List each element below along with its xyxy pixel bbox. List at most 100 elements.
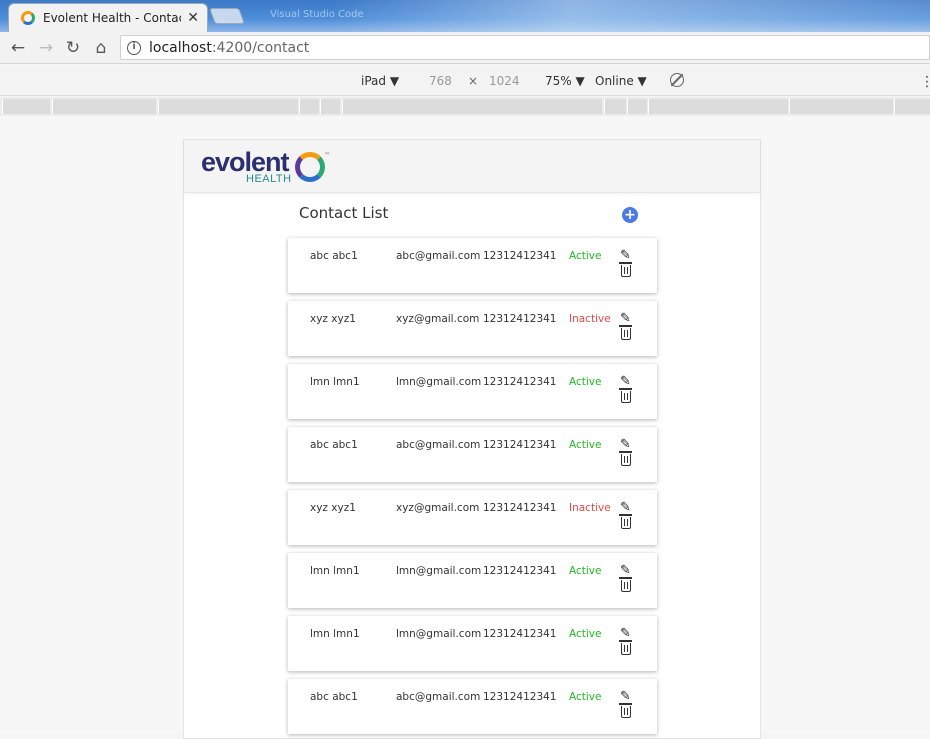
- device-viewport: evolent HEALTH ™ Contact List + abc abc1…: [0, 116, 930, 739]
- contact-name: lmn lmn1: [310, 376, 360, 388]
- delete-trash-icon[interactable]: [619, 451, 632, 466]
- more-options-icon[interactable]: ⋮: [920, 74, 930, 90]
- zoom-select[interactable]: 75% ▼: [545, 74, 585, 88]
- contact-phone: 12312412341: [483, 628, 557, 640]
- contact-email: abc@gmail.com: [396, 439, 481, 451]
- contact-card: abc abc1 abc@gmail.com 12312412341 Active ✎: [288, 427, 657, 482]
- edit-pencil-icon[interactable]: ✎: [620, 563, 631, 578]
- media-query-segment[interactable]: [789, 99, 893, 114]
- edit-pencil-icon[interactable]: ✎: [620, 500, 631, 515]
- app-page: evolent HEALTH ™ Contact List + abc abc1…: [183, 139, 761, 739]
- evolent-favicon-icon: [21, 11, 35, 25]
- delete-trash-icon[interactable]: [619, 640, 632, 655]
- background-window-title: Visual Studio Code: [270, 9, 364, 20]
- contact-card: lmn lmn1 lmn@gmail.com 12312412341 Active ✎: [288, 364, 657, 419]
- delete-trash-icon[interactable]: [619, 262, 632, 277]
- media-query-segment[interactable]: [2, 99, 50, 114]
- contact-name: lmn lmn1: [310, 628, 360, 640]
- address-bar[interactable]: i localhost:4200/contact: [120, 35, 930, 60]
- media-query-segment[interactable]: [158, 99, 298, 114]
- contact-phone: 12312412341: [483, 313, 557, 325]
- delete-trash-icon[interactable]: [619, 703, 632, 718]
- contact-status: Active: [569, 376, 602, 388]
- contact-status: Active: [569, 565, 602, 577]
- browser-tab-active[interactable]: Evolent Health - Contact ✕: [8, 3, 208, 32]
- home-icon[interactable]: ⌂: [91, 38, 111, 58]
- contact-card: xyz xyz1 xyz@gmail.com 12312412341 Inactive…: [288, 301, 657, 356]
- window-titlebar: Evolent Health - Contact ✕ Visual Studio…: [0, 0, 930, 32]
- network-throttle-select[interactable]: Online ▼: [595, 74, 647, 88]
- contact-phone: 12312412341: [483, 250, 557, 262]
- contact-email: abc@gmail.com: [396, 691, 481, 703]
- reload-icon[interactable]: ↻: [63, 38, 83, 58]
- delete-trash-icon[interactable]: [619, 388, 632, 403]
- edit-pencil-icon[interactable]: ✎: [620, 311, 631, 326]
- contact-phone: 12312412341: [483, 439, 557, 451]
- forward-arrow-icon[interactable]: →: [36, 38, 56, 58]
- media-query-ruler: [0, 97, 930, 116]
- contact-name: lmn lmn1: [310, 565, 360, 577]
- contact-status: Active: [569, 691, 602, 703]
- add-contact-button[interactable]: +: [622, 207, 638, 223]
- media-query-segment[interactable]: [299, 99, 319, 114]
- contact-status: Active: [569, 439, 602, 451]
- contact-card: abc abc1 abc@gmail.com 12312412341 Active ✎: [288, 238, 657, 293]
- contact-status: Inactive: [569, 502, 611, 514]
- browser-toolbar: ← → ↻ ⌂ i localhost:4200/contact: [0, 32, 930, 64]
- contact-email: xyz@gmail.com: [396, 313, 480, 325]
- edit-pencil-icon[interactable]: ✎: [620, 437, 631, 452]
- contact-name: abc abc1: [310, 439, 358, 451]
- dimension-times: ×: [468, 74, 479, 88]
- media-query-segment[interactable]: [604, 99, 626, 114]
- contact-name: abc abc1: [310, 691, 358, 703]
- media-query-segment[interactable]: [342, 99, 602, 114]
- device-toolbar: iPad ▼ 768 × 1024 75% ▼ Online ▼ ⋮: [0, 65, 930, 96]
- contact-phone: 12312412341: [483, 565, 557, 577]
- contact-status: Inactive: [569, 313, 611, 325]
- tab-close-icon[interactable]: ✕: [187, 10, 199, 26]
- rotate-icon[interactable]: [670, 73, 684, 87]
- new-tab-button[interactable]: [209, 8, 245, 24]
- edit-pencil-icon[interactable]: ✎: [620, 374, 631, 389]
- contact-email: xyz@gmail.com: [396, 502, 480, 514]
- contact-name: abc abc1: [310, 250, 358, 262]
- logo-trademark: ™: [324, 152, 330, 159]
- contact-phone: 12312412341: [483, 376, 557, 388]
- delete-trash-icon[interactable]: [619, 577, 632, 592]
- site-info-icon[interactable]: i: [127, 40, 141, 55]
- delete-trash-icon[interactable]: [619, 514, 632, 529]
- tab-title: Evolent Health - Contact: [43, 11, 182, 25]
- edit-pencil-icon[interactable]: ✎: [620, 626, 631, 641]
- device-select[interactable]: iPad ▼: [361, 74, 399, 88]
- media-query-segment[interactable]: [894, 99, 930, 114]
- contact-phone: 12312412341: [483, 691, 557, 703]
- logo-subtitle: HEALTH: [246, 173, 292, 185]
- back-arrow-icon[interactable]: ←: [8, 38, 28, 58]
- url-text: localhost:4200/contact: [149, 39, 310, 56]
- delete-trash-icon[interactable]: [619, 325, 632, 340]
- contact-email: lmn@gmail.com: [396, 565, 482, 577]
- page-title: Contact List: [299, 204, 389, 222]
- media-query-segment[interactable]: [648, 99, 788, 114]
- contact-email: lmn@gmail.com: [396, 376, 482, 388]
- contact-card: lmn lmn1 lmn@gmail.com 12312412341 Active ✎: [288, 616, 657, 671]
- logo-ring-icon: [295, 152, 325, 182]
- contact-name: xyz xyz1: [310, 502, 356, 514]
- viewport-width[interactable]: 768: [429, 74, 452, 88]
- viewport-height[interactable]: 1024: [489, 74, 520, 88]
- contact-email: lmn@gmail.com: [396, 628, 482, 640]
- app-header: evolent HEALTH ™: [184, 140, 760, 193]
- media-query-segment[interactable]: [52, 99, 156, 114]
- contact-card: abc abc1 abc@gmail.com 12312412341 Active ✎: [288, 679, 657, 734]
- contact-card: xyz xyz1 xyz@gmail.com 12312412341 Inactive…: [288, 490, 657, 545]
- media-query-segment[interactable]: [627, 99, 647, 114]
- contact-phone: 12312412341: [483, 502, 557, 514]
- contact-name: xyz xyz1: [310, 313, 356, 325]
- edit-pencil-icon[interactable]: ✎: [620, 248, 631, 263]
- contact-card: lmn lmn1 lmn@gmail.com 12312412341 Active ✎: [288, 553, 657, 608]
- edit-pencil-icon[interactable]: ✎: [620, 689, 631, 704]
- contact-email: abc@gmail.com: [396, 250, 481, 262]
- media-query-segment[interactable]: [320, 99, 340, 114]
- contact-status: Active: [569, 628, 602, 640]
- contact-status: Active: [569, 250, 602, 262]
